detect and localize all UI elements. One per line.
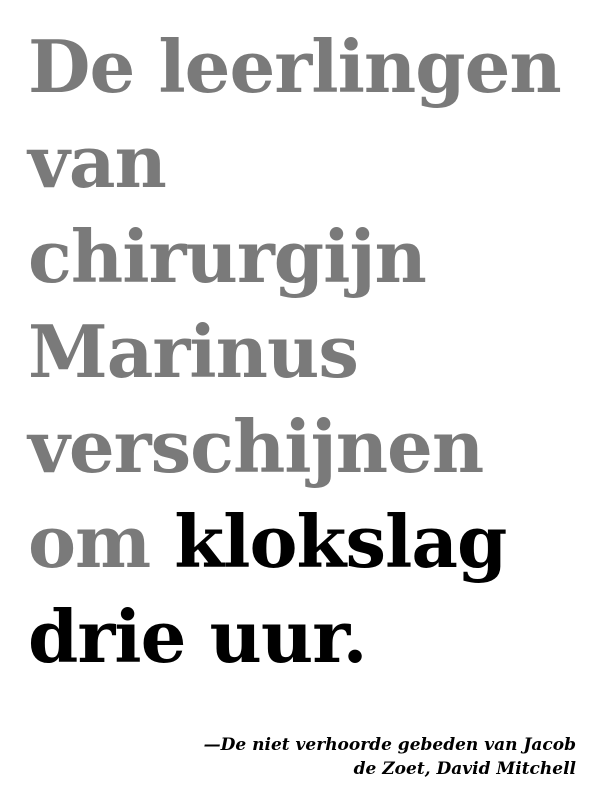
quote-text: De leerlingen van chirurgijn Marinus ver…: [28, 19, 588, 684]
quote-line: om klokslag: [28, 494, 588, 589]
attribution-line: de Zoet, David Mitchell: [353, 759, 576, 779]
quote-line: chirurgijn: [28, 214, 427, 299]
quote-word: om: [28, 499, 151, 584]
quote-line: van: [28, 119, 167, 204]
attribution-line: —De niet verhoorde gebeden van Jacob: [203, 735, 576, 755]
quote-line: verschijnen: [28, 404, 484, 489]
quote-line: De leerlingen: [28, 24, 562, 109]
quote-emphasis: drie uur.: [28, 594, 368, 679]
quote-emphasis: klokslag: [174, 499, 507, 584]
attribution: —De niet verhoorde gebeden van Jacob de …: [136, 733, 576, 781]
quote-line: Marinus: [28, 309, 359, 394]
